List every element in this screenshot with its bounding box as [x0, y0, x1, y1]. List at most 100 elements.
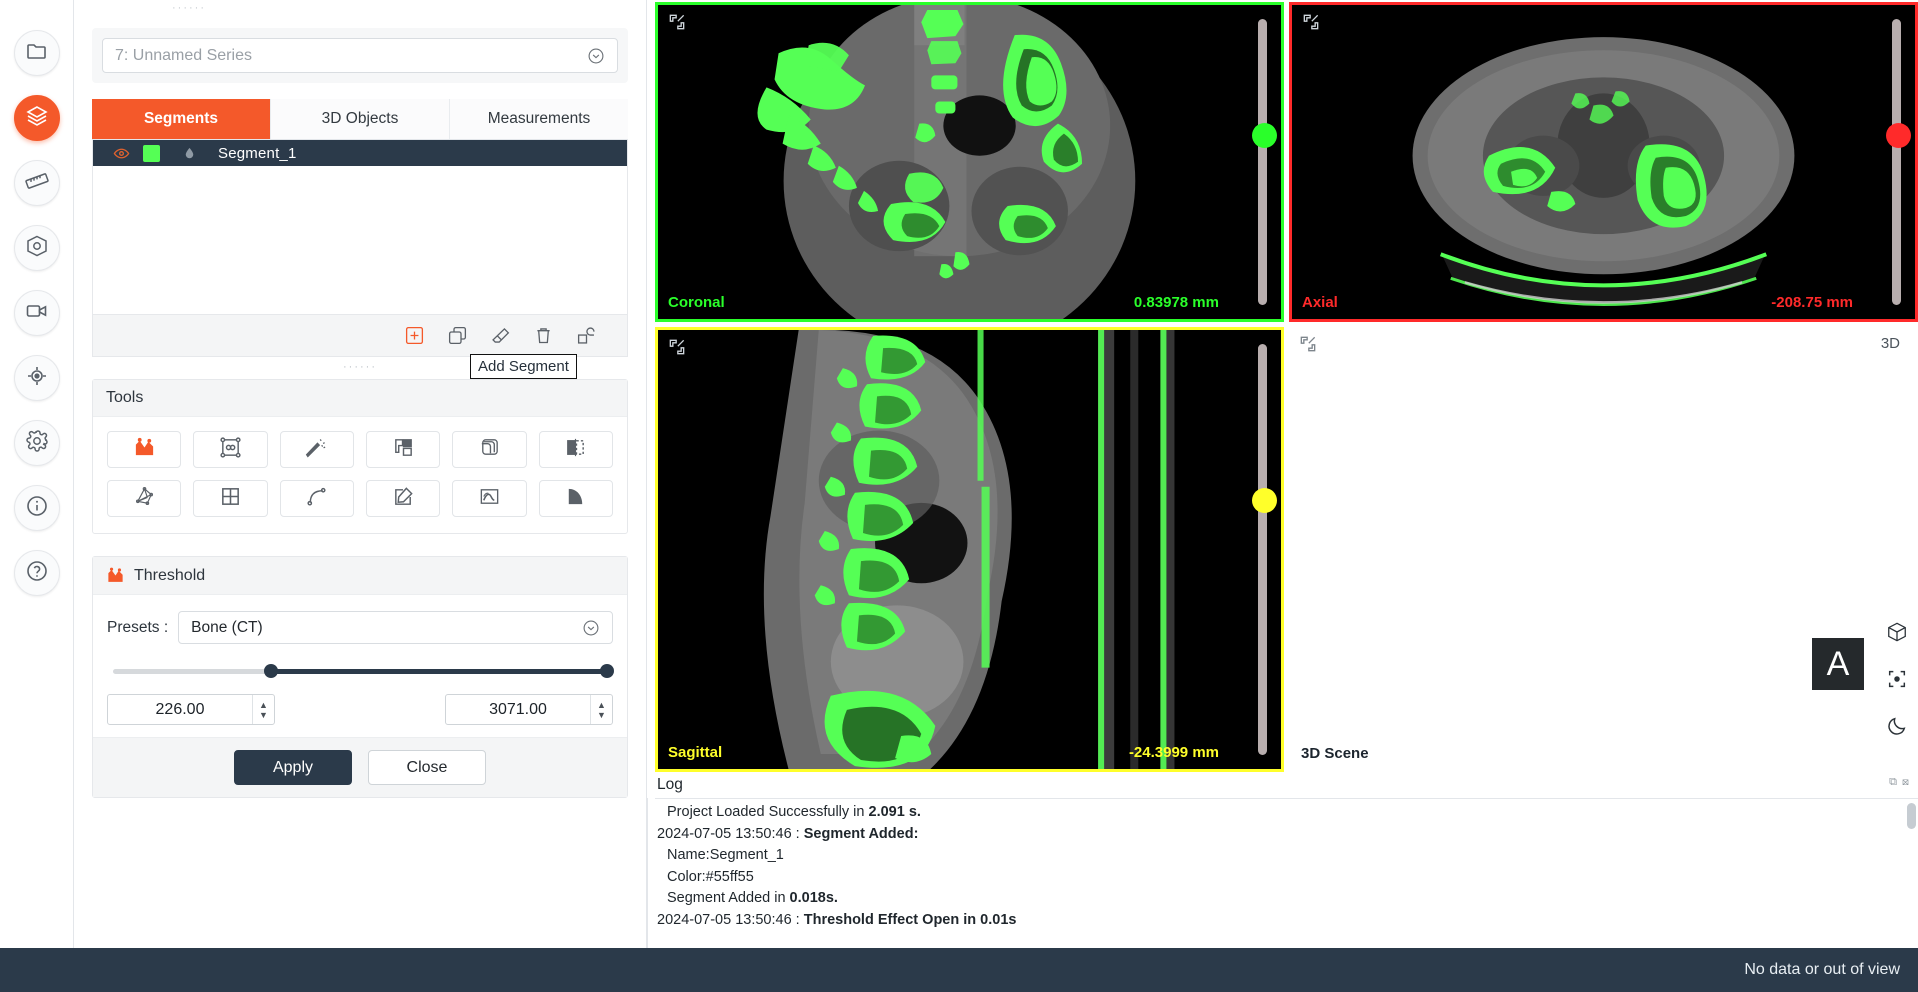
texture-tool-button[interactable]	[452, 480, 526, 517]
sidebar-item-settings[interactable]	[14, 420, 60, 466]
split-tool-button[interactable]	[539, 431, 613, 468]
preset-select[interactable]: Bone (CT)	[178, 611, 613, 644]
logic-operation-button[interactable]	[576, 325, 597, 346]
viewport-coronal[interactable]: Coronal 0.83978 mm	[655, 2, 1284, 322]
sidebar-item-recording[interactable]	[14, 290, 60, 336]
segment-color-swatch[interactable]	[143, 145, 160, 162]
magic-wand-icon	[305, 436, 328, 464]
threshold-slider[interactable]	[113, 668, 607, 674]
close-button[interactable]: Close	[368, 750, 486, 785]
tab-3d-objects[interactable]: 3D Objects	[271, 99, 450, 139]
texture-icon	[478, 485, 501, 513]
histogram-icon	[106, 566, 125, 585]
panel-tabs: Segments 3D Objects Measurements	[92, 99, 628, 140]
split-icon	[564, 436, 587, 464]
threshold-panel: Threshold Presets : Bone (CT)	[92, 556, 628, 798]
threshold-max-input[interactable]: 3071.00 ▲▼	[445, 694, 613, 725]
stepper-max[interactable]: ▲▼	[590, 695, 612, 724]
log-entry: 2024-07-05 13:50:46 : Segment Added:	[655, 824, 1918, 846]
angle-tool-button[interactable]	[539, 480, 613, 517]
log-entry: Color:#55ff55	[655, 867, 1918, 889]
stepper-down-icon[interactable]: ▼	[597, 711, 606, 719]
expand-icon[interactable]	[1301, 12, 1321, 32]
status-message: No data or out of view	[1744, 961, 1900, 979]
grid-tool-button[interactable]	[193, 480, 267, 517]
threshold-min-value: 226.00	[108, 701, 252, 719]
viewport-grid: Coronal 0.83978 mm	[647, 0, 1918, 772]
chevron-down-icon	[587, 47, 605, 65]
crop-tool-button[interactable]	[366, 431, 440, 468]
sidebar-item-help[interactable]	[14, 550, 60, 596]
slider-knob-min[interactable]	[264, 664, 278, 678]
delete-segment-button[interactable]	[533, 325, 554, 346]
log-title-row: Log ⧉ ⊠	[655, 772, 1918, 798]
log-text: Color:#55ff55	[667, 869, 754, 885]
log-panel-controls[interactable]: ⧉ ⊠	[1889, 776, 1910, 789]
add-segment-button[interactable]	[404, 325, 425, 346]
slice-handle[interactable]	[1886, 123, 1911, 148]
edit-tool-button[interactable]	[366, 480, 440, 517]
info-icon	[25, 494, 49, 523]
magic-wand-tool-button[interactable]	[280, 431, 354, 468]
multi-slice-icon	[478, 436, 501, 464]
log-text: 2024-07-05 13:50:46 :	[657, 826, 804, 842]
sidebar-item-information[interactable]	[14, 485, 60, 531]
sidebar-item-measurements[interactable]	[14, 160, 60, 206]
apply-button[interactable]: Apply	[234, 750, 352, 785]
tab-segments[interactable]: Segments	[92, 99, 271, 139]
viewport-label: Sagittal	[668, 744, 722, 761]
sidebar-item-3d-objects[interactable]	[14, 225, 60, 271]
sidebar-item-segmentation[interactable]	[14, 95, 60, 141]
sidebar-item-registration[interactable]	[14, 355, 60, 401]
cube-view-icon[interactable]	[1886, 621, 1908, 648]
multi-slice-tool-button[interactable]	[452, 431, 526, 468]
viewport-sagittal[interactable]: Sagittal -24.3999 mm	[655, 327, 1284, 772]
stepper-up-icon[interactable]: ▲	[597, 701, 606, 709]
log-bold: 2.091 s.	[869, 804, 921, 820]
slice-scrollbar[interactable]	[1258, 344, 1267, 755]
slice-handle[interactable]	[1252, 123, 1277, 148]
threshold-tool-button[interactable]	[107, 431, 181, 468]
mesh-tool-button[interactable]	[107, 480, 181, 517]
log-scrollbar[interactable]	[1907, 803, 1916, 829]
threshold-max-value: 3071.00	[446, 701, 590, 719]
slice-handle[interactable]	[1252, 488, 1277, 513]
log-entry: Name:Segment_1	[655, 845, 1918, 867]
stepper-down-icon[interactable]: ▼	[259, 711, 268, 719]
stepper-up-icon[interactable]: ▲	[259, 701, 268, 709]
viewport-axial[interactable]: Axial -208.75 mm	[1289, 2, 1918, 322]
slider-knob-max[interactable]	[600, 664, 614, 678]
stepper-min[interactable]: ▲▼	[252, 695, 274, 724]
moon-icon[interactable]	[1886, 715, 1908, 742]
sidebar-item-project[interactable]	[14, 30, 60, 76]
curve-tool-button[interactable]	[280, 480, 354, 517]
slice-scrollbar[interactable]	[1258, 19, 1267, 305]
panel-drag-handle-top[interactable]: ······	[172, 2, 206, 14]
clear-segment-button[interactable]	[490, 325, 511, 346]
cube-icon	[25, 234, 49, 263]
copy-segment-button[interactable]	[447, 325, 468, 346]
viewport-3d-scene[interactable]: 3D 3D Scene A	[1289, 327, 1918, 772]
expand-icon[interactable]	[1298, 334, 1318, 354]
help-icon	[25, 559, 49, 588]
expand-icon[interactable]	[667, 337, 687, 357]
expand-icon[interactable]	[667, 12, 687, 32]
region-grow-tool-button[interactable]	[193, 431, 267, 468]
focus-icon[interactable]	[1886, 668, 1908, 695]
eye-icon[interactable]	[103, 145, 139, 162]
histogram-icon	[133, 436, 156, 464]
droplet-icon[interactable]	[160, 146, 218, 161]
segment-list: Segment_1	[92, 140, 628, 315]
segment-name: Segment_1	[218, 145, 297, 162]
slice-scrollbar[interactable]	[1892, 19, 1901, 305]
scene-tools	[1886, 621, 1908, 742]
threshold-min-input[interactable]: 226.00 ▲▼	[107, 694, 275, 725]
tab-measurements[interactable]: Measurements	[450, 99, 628, 139]
status-bar: No data or out of view	[0, 948, 1918, 992]
log-text: Segment Added in	[667, 890, 790, 906]
orientation-cube[interactable]: A	[1812, 638, 1864, 690]
log-body[interactable]: Project Loaded Successfully in 2.091 s. …	[655, 798, 1918, 933]
table-row[interactable]: Segment_1	[93, 140, 627, 166]
angle-icon	[564, 485, 587, 513]
series-select[interactable]: 7: Unnamed Series	[102, 38, 618, 73]
